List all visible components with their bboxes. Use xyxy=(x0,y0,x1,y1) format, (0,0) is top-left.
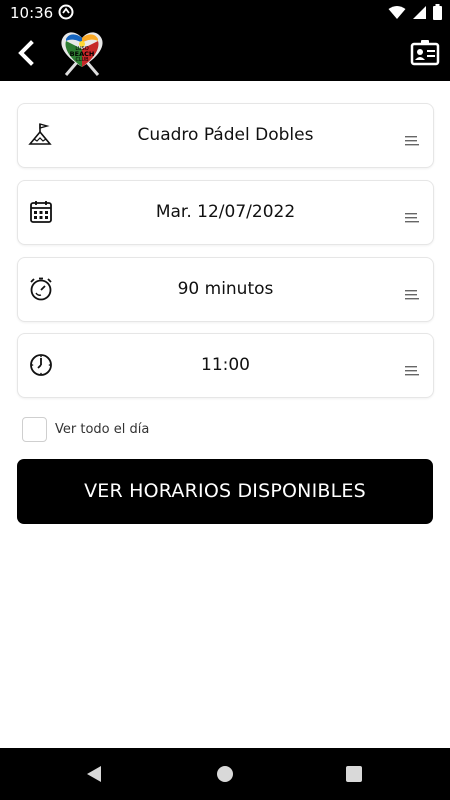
duration-value: 90 minutos xyxy=(177,279,274,299)
all-day-row: Ver todo el día xyxy=(22,415,149,443)
calendar-icon xyxy=(28,199,54,225)
navigation-bar xyxy=(0,748,450,800)
date-value: Mar. 12/07/2022 xyxy=(155,202,296,222)
clock-icon xyxy=(28,352,54,378)
signal-icon xyxy=(412,5,427,25)
nav-home-icon[interactable] xyxy=(217,766,233,782)
wifi-icon xyxy=(388,5,406,25)
status-icons xyxy=(388,4,442,25)
dropdown-lines-icon xyxy=(405,210,419,223)
app-bar: LUSO BEACH CLUB xyxy=(0,24,450,81)
court-select[interactable]: Cuadro Pádel Dobles xyxy=(17,103,434,168)
court-flag-icon xyxy=(28,122,54,148)
time-select[interactable]: 11:00 xyxy=(17,333,434,398)
battery-icon xyxy=(433,4,442,25)
notification-icon xyxy=(58,4,74,25)
dropdown-lines-icon xyxy=(405,287,419,300)
club-logo: LUSO BEACH CLUB xyxy=(56,27,108,79)
date-select[interactable]: Mar. 12/07/2022 xyxy=(17,180,434,245)
nav-back-icon[interactable] xyxy=(86,765,102,788)
back-button[interactable] xyxy=(12,38,42,68)
all-day-checkbox[interactable] xyxy=(22,416,47,442)
view-available-times-button[interactable]: VER HORARIOS DISPONIBLES xyxy=(17,459,433,524)
duration-select[interactable]: 90 minutos xyxy=(17,257,434,322)
nav-recents-icon[interactable] xyxy=(346,766,362,782)
profile-button[interactable] xyxy=(410,38,440,68)
dropdown-lines-icon xyxy=(405,363,419,376)
dropdown-lines-icon xyxy=(405,133,419,146)
stopwatch-icon xyxy=(28,276,54,302)
status-time: 10:36 xyxy=(10,4,54,22)
court-value: Cuadro Pádel Dobles xyxy=(137,125,314,145)
time-value: 11:00 xyxy=(201,355,250,375)
svg-text:CLUB: CLUB xyxy=(75,57,89,63)
chevron-left-icon xyxy=(18,40,34,66)
status-bar: 10:36 xyxy=(0,0,450,24)
all-day-label[interactable]: Ver todo el día xyxy=(55,422,149,437)
id-card-icon xyxy=(410,40,440,66)
